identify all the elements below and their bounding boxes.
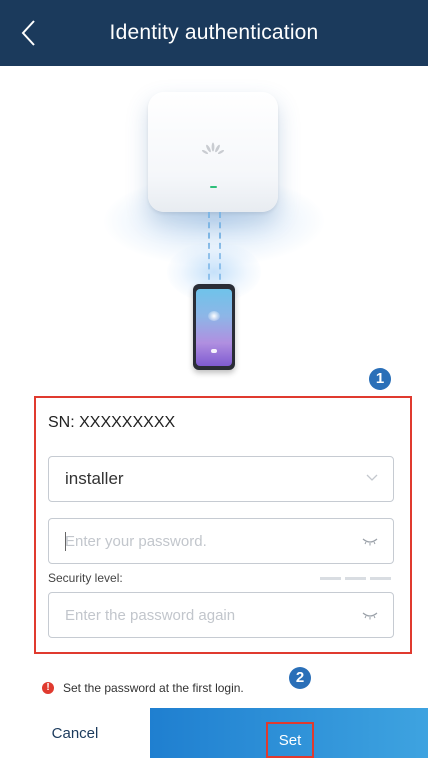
security-level-label: Security level: xyxy=(48,571,123,585)
phone-screen-glow xyxy=(208,311,220,321)
alert-icon: ! xyxy=(42,682,54,694)
confirm-password-field[interactable] xyxy=(48,592,394,638)
security-level-meter xyxy=(320,577,391,580)
text-cursor xyxy=(65,532,66,551)
first-login-hint-text: Set the password at the first login. xyxy=(63,681,244,695)
huawei-logo-icon xyxy=(201,142,225,155)
device-illustration xyxy=(0,66,428,386)
phone-image xyxy=(193,284,235,370)
phone-logo xyxy=(211,349,217,353)
set-button[interactable]: Set xyxy=(266,722,314,758)
user-select[interactable]: installer xyxy=(48,456,394,502)
cancel-button[interactable]: Cancel xyxy=(0,708,150,758)
callout-1-badge: 1 xyxy=(369,368,391,390)
title-bar: Identity authentication xyxy=(0,0,428,66)
security-level-segment xyxy=(345,577,366,580)
security-level-segment xyxy=(320,577,341,580)
back-arrow-icon[interactable] xyxy=(18,18,40,48)
confirm-password-input[interactable] xyxy=(63,605,327,625)
ap-status-led xyxy=(210,186,217,188)
first-login-hint: ! Set the password at the first login. xyxy=(42,681,244,695)
access-point-image xyxy=(148,92,278,212)
security-level-segment xyxy=(370,577,391,580)
phone-screen xyxy=(196,289,232,366)
callout-2-badge: 2 xyxy=(289,667,311,689)
chevron-down-icon xyxy=(366,474,378,481)
eye-closed-icon[interactable] xyxy=(361,609,379,621)
eye-closed-icon[interactable] xyxy=(361,535,379,547)
user-select-value: installer xyxy=(65,469,124,488)
password-input[interactable] xyxy=(63,531,327,551)
password-field[interactable] xyxy=(48,518,394,564)
serial-number-label: SN: XXXXXXXXX xyxy=(48,414,176,431)
page-title: Identity authentication xyxy=(109,21,319,44)
